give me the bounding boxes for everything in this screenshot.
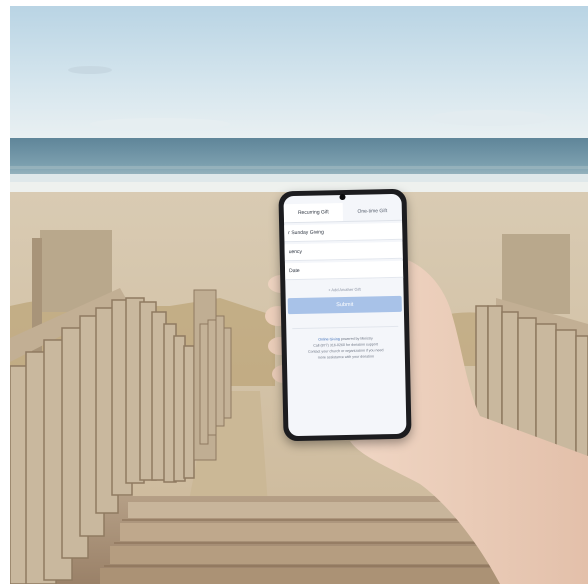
- beach-photo: Recurring Gift One-time Gift r Sunday Gi…: [10, 6, 588, 584]
- gift-tabs: Recurring Gift One-time Gift: [283, 201, 403, 224]
- submit-button[interactable]: Submit: [287, 295, 402, 315]
- frequency-select[interactable]: uency: [284, 241, 403, 262]
- surf: [10, 174, 588, 182]
- fund-select[interactable]: r Sunday Giving: [284, 222, 403, 243]
- front-camera: [339, 193, 346, 201]
- footer-brand[interactable]: Online Giving: [318, 337, 340, 341]
- divider: [292, 325, 399, 330]
- tab-one-time-gift[interactable]: One-time Gift: [343, 202, 402, 221]
- cloud: [68, 66, 112, 74]
- smartphone: Recurring Gift One-time Gift r Sunday Gi…: [278, 188, 412, 442]
- phone-screen: Recurring Gift One-time Gift r Sunday Gi…: [283, 193, 407, 437]
- date-field[interactable]: Date: [284, 260, 404, 281]
- footer-powered-by: powered by Ministry: [340, 336, 373, 342]
- cloud: [90, 118, 230, 130]
- tab-recurring-gift[interactable]: Recurring Gift: [283, 203, 344, 223]
- footer-text: Online Giving powered by Ministry Call (…: [286, 335, 404, 361]
- cloud: [430, 110, 550, 126]
